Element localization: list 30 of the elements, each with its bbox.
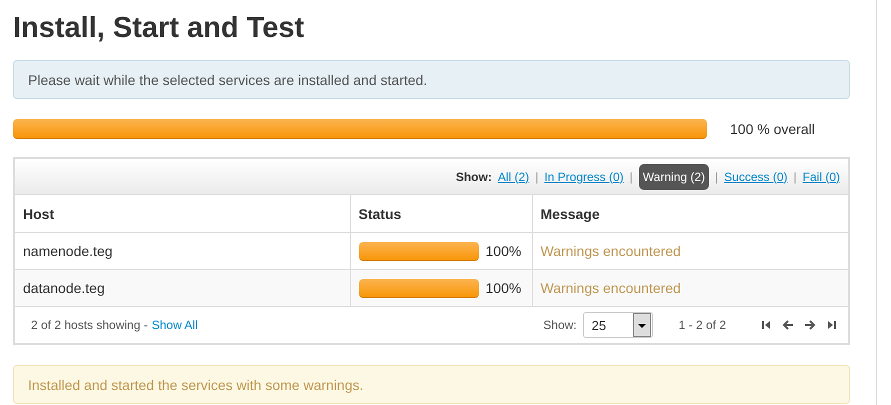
first-page-icon[interactable] xyxy=(760,319,772,331)
show-all-link[interactable]: Show All xyxy=(152,318,198,332)
last-page-icon[interactable] xyxy=(826,319,838,331)
separator: | xyxy=(794,170,797,184)
page-range: 1 - 2 of 2 xyxy=(678,318,726,332)
filter-link[interactable]: In Progress (0) xyxy=(544,170,624,184)
separator: | xyxy=(535,170,538,184)
info-alert: Please wait while the selected services are installed and started. xyxy=(13,60,850,99)
separator: | xyxy=(715,170,718,184)
dropdown-caret-icon xyxy=(632,313,651,337)
page-size-select[interactable]: 25 xyxy=(582,312,653,338)
previous-page-icon[interactable] xyxy=(782,319,794,331)
page-size-label: Show: xyxy=(543,318,577,332)
table-cell: datanode.teg xyxy=(15,270,350,306)
hosts-summary: 2 of 2 hosts showing - xyxy=(31,318,148,332)
filter-label: Show: xyxy=(456,170,492,184)
next-page-icon[interactable] xyxy=(804,319,816,331)
progress-label: 100 % overall xyxy=(730,121,815,137)
percent-text: 100% xyxy=(486,243,522,259)
filter-link[interactable]: All (2) xyxy=(498,170,530,184)
separator: | xyxy=(630,170,633,184)
status-message: Warnings encountered xyxy=(540,280,681,296)
status-message: Warnings encountered xyxy=(540,243,681,259)
filter-link[interactable]: Fail (0) xyxy=(802,170,840,184)
warning-alert: Installed and started the services with some warnings. xyxy=(13,365,850,404)
percent-text: 100% xyxy=(486,280,522,296)
table-cell: namenode.teg xyxy=(15,232,350,270)
filter-link[interactable]: Warning (2) xyxy=(638,164,710,190)
filter-link[interactable]: Success (0) xyxy=(724,170,788,184)
page-title: Install, Start and Test xyxy=(13,11,306,46)
